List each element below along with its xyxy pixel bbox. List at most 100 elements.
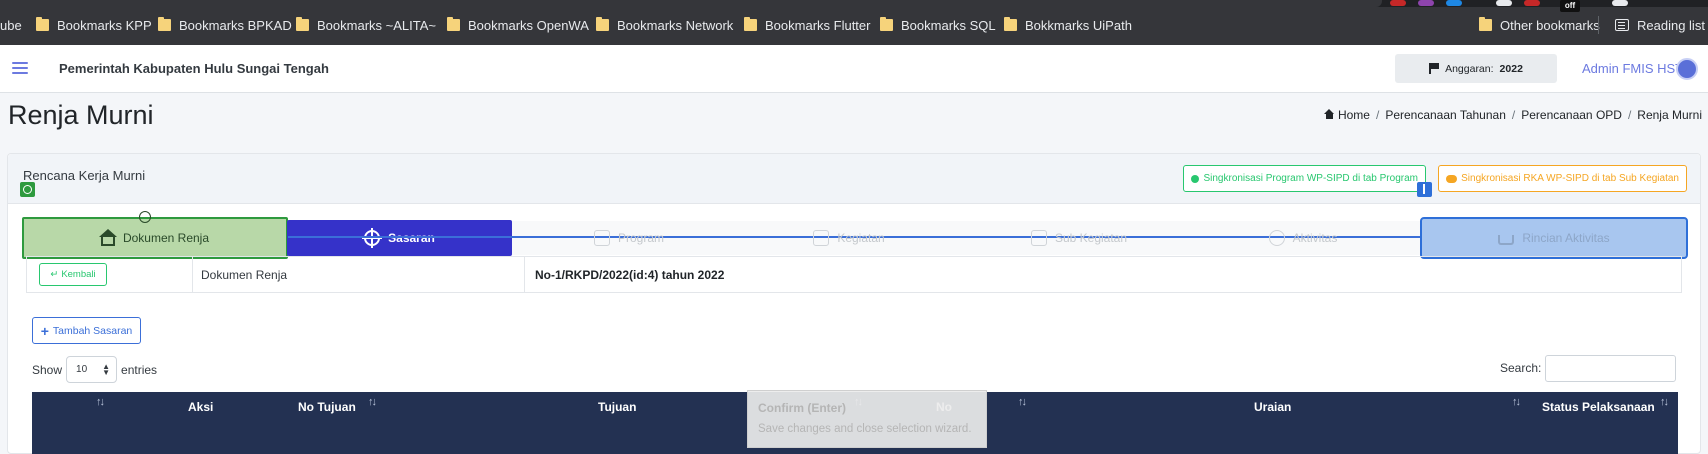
sort-icon[interactable]: ↑↓ <box>1660 396 1669 408</box>
navbar-title: Pemerintah Kabupaten Hulu Sungai Tengah <box>59 61 329 76</box>
tab-strip: off <box>0 0 1708 12</box>
bookmark-youtube[interactable]: ube <box>0 12 22 38</box>
folder-icon <box>596 17 609 31</box>
reading-list-icon <box>1615 19 1629 31</box>
user-menu[interactable]: Admin FMIS HST <box>1582 61 1683 76</box>
wizard-step-dokumen-renja[interactable]: Dokumen Renja <box>22 217 288 259</box>
extension-icon-red[interactable] <box>1390 0 1406 6</box>
wizard-step-kegiatan[interactable]: Kegiatan <box>749 220 949 256</box>
column-tujuan[interactable]: Tujuan <box>598 400 636 414</box>
avatar[interactable] <box>1676 58 1698 80</box>
browser-chrome: off ube Bookmarks KPP Bookmarks BPKAD Bo… <box>0 0 1708 45</box>
app-navbar: Pemerintah Kabupaten Hulu Sungai Tengah … <box>0 45 1708 93</box>
breadcrumb-current: Renja Murni <box>1637 108 1702 122</box>
bookmark-folder-network[interactable]: Bookmarks Network <box>596 12 733 38</box>
wizard-step-sub-kegiatan[interactable]: Sub Kegiatan <box>969 220 1189 256</box>
column-uraian[interactable]: Uraian <box>1254 400 1291 414</box>
start-marker-icon[interactable] <box>20 182 35 197</box>
breadcrumb-perencanaan-opd[interactable]: Perencanaan OPD <box>1521 108 1622 122</box>
document-info-row: ↵ Kembali Dokumen Renja No-1/RKPD/2022(i… <box>26 256 1682 293</box>
column-no-tujuan[interactable]: No Tujuan <box>298 400 356 414</box>
crosshair-icon <box>139 211 151 223</box>
reading-list[interactable]: Reading list <box>1615 12 1705 38</box>
extension-icon-grey[interactable] <box>1612 0 1628 6</box>
add-sasaran-button[interactable]: + Tambah Sasaran <box>32 317 141 344</box>
wizard-step-program[interactable]: Program <box>529 220 729 256</box>
sort-icon[interactable]: ↑↓ <box>96 396 105 408</box>
sort-icon[interactable]: ↑↓ <box>368 396 377 408</box>
sort-icon[interactable]: ↑↓ <box>1512 396 1521 408</box>
cloud-upload-icon <box>1446 174 1458 183</box>
show-entries: Show 10 ▲ ▼ entries <box>32 356 157 383</box>
plus-icon: + <box>40 322 49 339</box>
extension-off-badge[interactable]: off <box>1560 0 1580 12</box>
bookmark-folder-openwa[interactable]: Bookmarks OpenWA <box>447 12 589 38</box>
search-label: Search: <box>1500 361 1542 375</box>
home-icon <box>1323 109 1335 119</box>
layers-icon <box>593 230 610 246</box>
extension-icon-purple[interactable] <box>1418 0 1434 6</box>
doc-label: Dokumen Renja <box>193 257 525 292</box>
cloud-upload-icon <box>1191 174 1200 183</box>
budget-year-button[interactable]: Anggaran: 2022 <box>1395 54 1557 83</box>
tooltip-title: Confirm (Enter) <box>758 401 846 415</box>
folder-icon <box>1479 17 1492 31</box>
search-input[interactable] <box>1545 355 1676 382</box>
bookmark-folder-bpkad[interactable]: Bookmarks BPKAD <box>158 12 292 38</box>
flag-icon <box>1429 63 1439 74</box>
folder-icon <box>447 17 460 31</box>
sync-rka-button[interactable]: Singkronisasi RKA WP-SIPD di tab Sub Keg… <box>1438 165 1687 192</box>
breadcrumb-separator: / <box>1627 108 1632 122</box>
bookmarks-bar: ube Bookmarks KPP Bookmarks BPKAD Bookma… <box>0 12 1708 38</box>
return-icon: ↵ <box>50 269 59 280</box>
grid-icon <box>1030 230 1047 246</box>
cart-icon <box>1498 235 1515 245</box>
breadcrumb: Home / Perencanaan Tahunan / Perencanaan… <box>1323 108 1702 122</box>
bookmark-folder-uipath[interactable]: Bokkmarks UiPath <box>1004 12 1132 38</box>
folder-icon <box>1004 17 1017 31</box>
column-aksi[interactable]: Aksi <box>188 400 213 414</box>
sync-program-button[interactable]: Singkronisasi Program WP-SIPD di tab Pro… <box>1183 165 1426 192</box>
target-icon <box>362 228 383 248</box>
breadcrumb-separator: / <box>1375 108 1380 122</box>
breadcrumb-separator: / <box>1511 108 1516 122</box>
folder-icon <box>36 17 49 31</box>
doc-value: No-1/RKPD/2022(id:4) tahun 2022 <box>535 267 725 282</box>
bookmarks-divider <box>1598 16 1599 34</box>
folder-icon <box>296 17 309 31</box>
extension-icon-red-2[interactable] <box>1524 0 1540 6</box>
anchor-marker-icon[interactable] <box>1417 182 1432 197</box>
budget-label: Anggaran: <box>1445 62 1494 75</box>
back-cell: ↵ Kembali <box>27 257 193 292</box>
home-icon <box>98 228 117 246</box>
wizard-step-sasaran[interactable]: Sasaran <box>287 220 512 256</box>
confirm-tooltip: Confirm (Enter) Save changes and close s… <box>747 390 987 448</box>
breadcrumb-home[interactable]: Home <box>1323 108 1370 122</box>
other-bookmarks[interactable]: Other bookmarks <box>1479 12 1600 38</box>
card-header: Rencana Kerja Murni Singkronisasi Progra… <box>8 154 1700 204</box>
bookmark-folder-kpp[interactable]: Bookmarks KPP <box>36 12 152 38</box>
extension-icon-blue[interactable] <box>1446 0 1462 6</box>
folder-icon <box>158 17 171 31</box>
extension-icon-white[interactable] <box>1496 0 1512 6</box>
folder-icon <box>880 17 893 31</box>
tooltip-text: Save changes and close selection wizard. <box>758 423 972 435</box>
menu-toggle-icon[interactable] <box>12 62 28 74</box>
sort-icon[interactable]: ↑↓ <box>1018 396 1027 408</box>
column-status-pelaksanaan[interactable]: Status Pelaksanaan <box>1542 400 1655 414</box>
bookmark-folder-sql[interactable]: Bookmarks SQL <box>880 12 996 38</box>
shuffle-icon <box>813 230 830 246</box>
bookmark-folder-flutter[interactable]: Bookmarks Flutter <box>744 12 870 38</box>
check-circle-icon <box>1268 230 1285 246</box>
page-title: Renja Murni <box>8 100 154 130</box>
wizard-step-aktivitas[interactable]: Aktivitas <box>1198 220 1408 256</box>
entries-select[interactable]: 10 ▲ ▼ <box>66 356 118 383</box>
back-button[interactable]: ↵ Kembali <box>39 263 107 286</box>
bookmark-folder-alita[interactable]: Bookmarks ~ALITA~ <box>296 12 436 38</box>
card-title: Rencana Kerja Murni <box>23 168 146 183</box>
breadcrumb-perencanaan-tahunan[interactable]: Perencanaan Tahunan <box>1385 108 1506 122</box>
folder-icon <box>744 17 757 31</box>
budget-year: 2022 <box>1499 62 1523 75</box>
select-arrows-icon: ▲ ▼ <box>102 361 111 377</box>
wizard-step-rincian-aktivitas[interactable]: Rincian Aktivitas <box>1420 217 1688 259</box>
